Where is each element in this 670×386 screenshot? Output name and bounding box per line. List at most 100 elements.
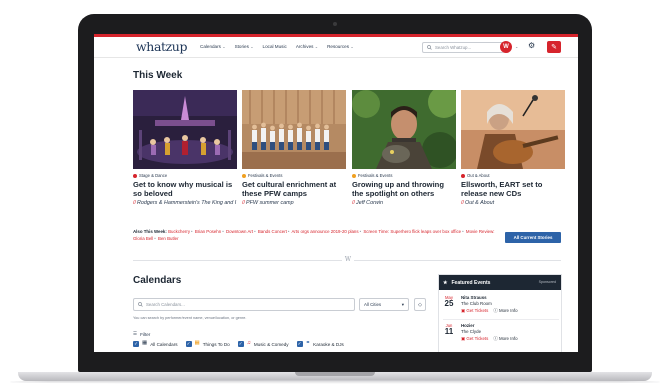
chevron-down-icon: ⌄ <box>350 44 354 49</box>
filter-karaoke-djs[interactable]: ✓ ⚭ Karaoke & DJs <box>296 340 344 347</box>
nav-link-archives[interactable]: Archives ⌄ <box>296 44 318 49</box>
nav-link-calendars[interactable]: Calendars ⌄ <box>200 44 226 49</box>
story-image-stage <box>133 90 237 169</box>
user-avatar[interactable]: W <box>500 41 512 53</box>
story-headline[interactable]: Get to know why musical is so beloved <box>133 180 237 198</box>
category-label: Stage & Dance <box>139 173 168 178</box>
separator: • <box>191 229 193 234</box>
calendars-title: Calendars <box>133 275 182 286</box>
event-info: Hozier The Clyde ▣ Get Tickets ⓘ More In… <box>461 323 518 342</box>
category-dot <box>133 173 137 178</box>
story-card[interactable]: Festivals & Events Get cultural enrichme… <box>242 90 346 207</box>
separator: • <box>462 229 464 234</box>
story-category: Stage & Dance <box>133 173 237 178</box>
event-day: 11 <box>444 327 454 336</box>
featured-events-panel: ★ Featured Events Sponsored May 25 Nita … <box>438 274 562 352</box>
divider-line <box>443 319 559 320</box>
slash-mark: // <box>352 200 355 207</box>
filter-things-to-do[interactable]: ✓ ▦ Things To Do <box>185 340 230 347</box>
this-week-title: This Week <box>133 70 183 81</box>
story-image-musician <box>461 90 565 169</box>
event-date: Jun 11 <box>443 323 455 336</box>
gear-icon[interactable]: ⚙ <box>528 42 535 50</box>
story-category: Festivals & Events <box>242 173 346 178</box>
filter-all-calendars[interactable]: ✓ ▦ All Calendars <box>133 341 178 347</box>
separator: • <box>287 229 290 234</box>
also-label: Also This Week: <box>133 229 167 234</box>
story-card[interactable]: Festivals & Events Growing up and throwi… <box>352 90 456 207</box>
featured-events-header: ★ Featured Events Sponsored <box>439 275 561 290</box>
nav-link-local-music[interactable]: Local Music <box>263 44 287 49</box>
top-navigation: whatzup Calendars ⌄ Stories ⌄ Local Musi… <box>94 37 578 58</box>
event-links: ▣ Get Tickets ⓘ More Info <box>461 308 518 314</box>
also-link[interactable]: Buckcherry <box>168 229 190 234</box>
slash-mark: // <box>133 200 136 207</box>
search-icon <box>427 45 432 50</box>
story-card[interactable]: Out & About Ellsworth, EART set to relea… <box>461 90 565 207</box>
add-event-button[interactable]: ✎ <box>547 41 561 53</box>
get-tickets-link[interactable]: ▣ Get Tickets <box>461 336 488 342</box>
city-select[interactable]: All Cities ▾ <box>359 298 409 311</box>
also-link[interactable]: Screen Time: Superhero flick leaps over … <box>363 229 461 234</box>
chevron-down-icon[interactable]: ⌄ <box>515 44 518 49</box>
separator: • <box>359 229 362 234</box>
calendar-search-input[interactable]: Search Calendars... <box>133 298 355 311</box>
tickets-label: Get Tickets <box>466 307 489 313</box>
camera-icon <box>333 22 337 26</box>
story-headline[interactable]: Ellsworth, EART set to release new CDs <box>461 180 565 198</box>
also-link[interactable]: Arts orgs announce 2019-20 plans <box>291 229 358 234</box>
location-button[interactable]: ◇ <box>414 298 426 311</box>
event-day: 25 <box>444 299 454 308</box>
also-link[interactable]: Brian Posehn <box>195 229 221 234</box>
event-info: Nita Strauss The Club Room ▣ Get Tickets… <box>461 295 518 314</box>
story-card[interactable]: Stage & Dance Get to know why musical is… <box>133 90 237 207</box>
checkbox-checked-icon: ✓ <box>185 341 192 347</box>
nav-link-label: Archives <box>295 44 314 49</box>
site-logo[interactable]: whatzup <box>136 39 187 54</box>
also-link[interactable]: Ben Butler <box>158 236 179 241</box>
all-current-stories-button[interactable]: All Current Stories <box>505 232 561 243</box>
search-placeholder: Search Whatzup... <box>435 45 472 50</box>
event-links: ▣ Get Tickets ⓘ More Info <box>461 336 518 342</box>
story-category: Out & About <box>461 173 565 178</box>
also-link[interactable]: Downtown Art <box>226 229 253 234</box>
story-byline: //Rodgers & Hammerstein's The King and I <box>133 200 237 206</box>
calendar-icon: ▦ <box>194 340 200 347</box>
browser-screen: whatzup Calendars ⌄ Stories ⌄ Local Musi… <box>94 34 578 352</box>
byline-text: Out & About <box>465 200 495 207</box>
category-dot <box>352 173 356 178</box>
checkbox-checked-icon: ✓ <box>296 341 303 347</box>
microphone-icon: ⚭ <box>305 340 311 347</box>
category-label: Out & About <box>467 173 490 178</box>
separator: • <box>254 229 256 234</box>
filter-music-comedy[interactable]: ✓ ♫ Music & Comedy <box>237 341 289 347</box>
event-venue: The Club Room <box>461 300 492 306</box>
search-icon <box>138 302 143 307</box>
event-date: May 25 <box>443 295 455 308</box>
more-info-label: More Info <box>499 307 518 313</box>
featured-title: Featured Events <box>451 279 491 286</box>
slash-mark: // <box>461 200 464 207</box>
separator: • <box>222 229 224 234</box>
also-link[interactable]: Bands Concert <box>258 229 287 234</box>
site-search-input[interactable]: Search Whatzup... <box>422 42 504 53</box>
laptop-shadow <box>10 380 660 384</box>
story-byline: //Out & About <box>461 200 565 206</box>
ticket-icon: ▣ <box>461 307 466 313</box>
category-label: Festivals & Events <box>358 173 393 178</box>
story-headline[interactable]: Get cultural enrichment at these PFW cam… <box>242 180 346 198</box>
laptop-notch <box>295 372 375 376</box>
checkbox-checked-icon: ✓ <box>237 341 244 347</box>
more-info-link[interactable]: ⓘ More Info <box>493 336 517 342</box>
filter-label: Music & Comedy <box>253 341 289 347</box>
search-placeholder: Search Calendars... <box>146 302 185 307</box>
more-info-link[interactable]: ⓘ More Info <box>493 308 517 314</box>
story-headline[interactable]: Growing up and throwing the spotlight on… <box>352 180 456 198</box>
nav-link-resources[interactable]: Resources ⌄ <box>327 44 354 49</box>
caret-down-icon: ▾ <box>401 301 404 307</box>
info-icon: ⓘ <box>493 335 498 341</box>
get-tickets-link[interactable]: ▣ Get Tickets <box>461 308 488 314</box>
nav-link-stories[interactable]: Stories ⌄ <box>235 44 254 49</box>
chevron-down-icon: ⌄ <box>314 44 319 49</box>
filter-toggle[interactable]: ☰ Filter <box>133 331 150 337</box>
